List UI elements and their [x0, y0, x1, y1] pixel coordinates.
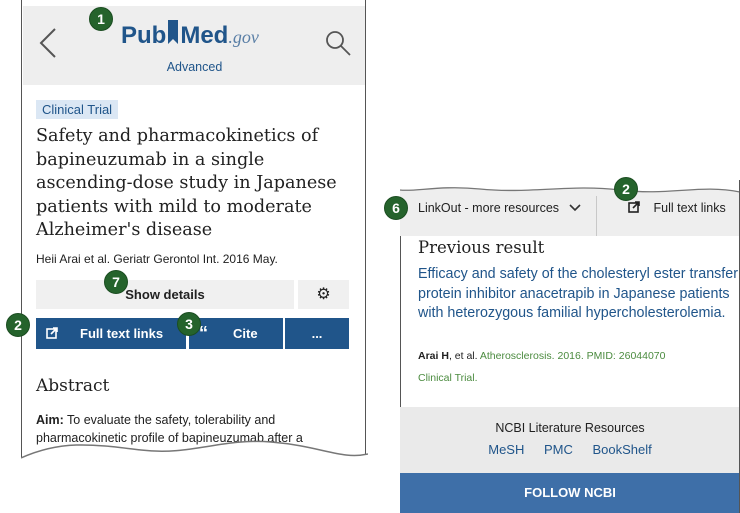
full-text-links-label: Full text links: [653, 201, 726, 215]
linkout-label: LinkOut - more resources: [418, 201, 560, 215]
torn-edge: [21, 440, 368, 470]
previous-result-heading: Previous result: [418, 238, 545, 257]
previous-result-type: Clinical Trial.: [418, 372, 478, 384]
previous-result-title-link[interactable]: Efficacy and safety of the cholesteryl e…: [418, 265, 738, 324]
callout-marker-1: 1: [89, 7, 113, 31]
pubmed-article-footer-view: LinkOut - more resources Full text links…: [400, 180, 740, 513]
previous-result-author: Arai H: [418, 350, 449, 362]
linkout-dropdown[interactable]: LinkOut - more resources: [418, 201, 581, 215]
ncbi-literature-resources: NCBI Literature Resources MeSH PMC BookS…: [400, 407, 740, 473]
mesh-link[interactable]: MeSH: [488, 442, 524, 457]
bookshelf-link[interactable]: BookShelf: [593, 442, 652, 457]
chevron-down-icon: [568, 204, 581, 212]
callout-marker-2: 2: [6, 313, 30, 337]
ncbi-resources-title: NCBI Literature Resources: [495, 421, 645, 435]
pubmed-article-phone-view: Pub Med.gov Advanced Clinical Trial Safet…: [21, 0, 368, 470]
follow-ncbi-bar[interactable]: FOLLOW NCBI: [400, 473, 740, 513]
callout-marker-3: 3: [177, 312, 201, 336]
full-text-links-toolbar-button[interactable]: Full text links: [628, 201, 726, 215]
pmc-link[interactable]: PMC: [544, 442, 573, 457]
external-link-icon: [628, 201, 640, 213]
callout-marker-7: 7: [104, 270, 128, 294]
phone-frame: [21, 0, 366, 470]
ncbi-resource-links: MeSH PMC BookShelf: [400, 442, 740, 457]
torn-edge-top: [400, 180, 740, 193]
previous-result-journal: Atherosclerosis. 2016. PMID: 26044070: [479, 350, 666, 362]
callout-marker-2-right: 2: [614, 177, 638, 201]
previous-result-citation: Arai H, et al. Atherosclerosis. 2016. PM…: [418, 350, 665, 362]
previous-result-etal: , et al.: [448, 350, 480, 362]
callout-marker-6: 6: [384, 196, 408, 220]
toolbar-divider: [596, 196, 597, 236]
